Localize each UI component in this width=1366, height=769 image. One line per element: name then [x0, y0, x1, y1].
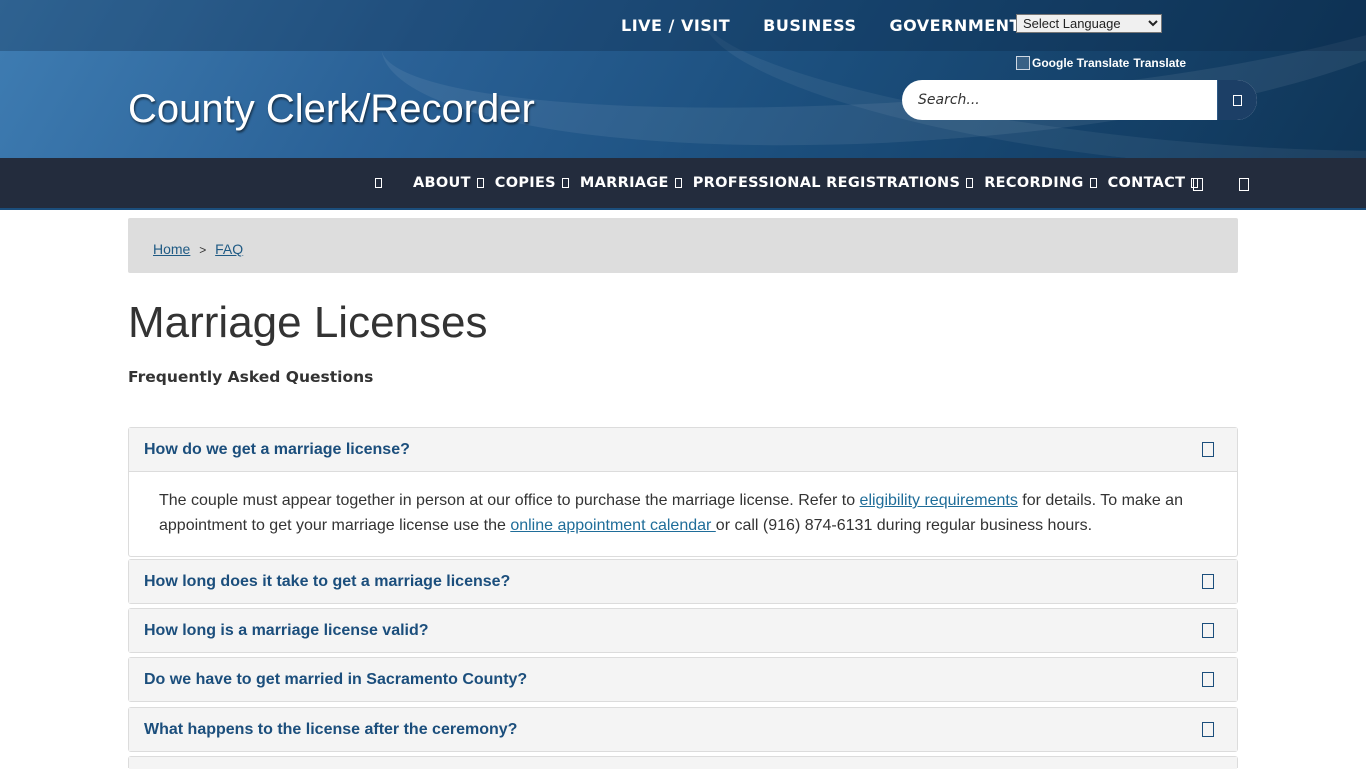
nav-item-label: RECORDING — [984, 175, 1084, 191]
faq-question-header[interactable]: What happens to the license after the ce… — [129, 708, 1237, 751]
nav-item-label: COPIES — [494, 175, 556, 191]
top-links: LIVE / VISIT BUSINESS GOVERNMENT — [621, 16, 1021, 36]
search-icon — [1232, 94, 1242, 106]
breadcrumb: Home > FAQ — [128, 218, 1238, 273]
chevron-down-icon — [1089, 178, 1097, 188]
home-icon[interactable] — [375, 178, 382, 188]
nav-item-label: ABOUT — [413, 175, 471, 191]
faq-answer-text: or call (916) 874-6131 during regular bu… — [715, 517, 1093, 534]
google-translate[interactable]: Google Translate Translate — [1016, 56, 1186, 70]
translate-label: Translate — [1133, 56, 1187, 70]
faq-question: How do we get a marriage license? — [144, 440, 410, 458]
faq-item: How do we get a marriage license? The co… — [128, 427, 1238, 557]
faq-question-header[interactable]: How do we get a marriage license? — [129, 428, 1237, 471]
toggle-icon — [1202, 672, 1214, 687]
search-bar — [902, 80, 1257, 120]
faq-item: How long is a marriage license valid? — [128, 608, 1238, 653]
faq-item: What happens to the license after the ce… — [128, 707, 1238, 752]
eligibility-requirements-link[interactable]: eligibility requirements — [860, 492, 1018, 509]
language-select[interactable]: Select Language — [1016, 14, 1162, 33]
nav-item-label: PROFESSIONAL REGISTRATIONS — [692, 175, 961, 191]
faq-question-header[interactable]: How long is a marriage license valid? — [129, 609, 1237, 652]
toggle-icon — [1202, 442, 1214, 457]
google-translate-logo: Google Translate — [1016, 56, 1129, 70]
faq-question-header[interactable] — [129, 757, 1237, 769]
nav-item-label: CONTACT — [1107, 175, 1186, 191]
broken-image-icon — [1016, 56, 1030, 70]
nav-extra-icon[interactable] — [1239, 178, 1249, 191]
breadcrumb-faq-link[interactable]: FAQ — [215, 241, 243, 257]
nav-item-recording[interactable]: RECORDING — [984, 158, 1107, 208]
search-input[interactable] — [902, 80, 1217, 120]
chevron-down-icon — [476, 178, 484, 188]
faq-answer-text: The couple must appear together in perso… — [159, 492, 860, 509]
faq-question: How long does it take to get a marriage … — [144, 572, 511, 590]
toggle-icon — [1202, 722, 1214, 737]
site-header: LIVE / VISIT BUSINESS GOVERNMENT Select … — [0, 0, 1366, 158]
nav-item-label: MARRIAGE — [579, 175, 669, 191]
toggle-icon — [1202, 574, 1214, 589]
faq-question: Do we have to get married in Sacramento … — [144, 670, 528, 688]
faq-question-header[interactable]: Do we have to get married in Sacramento … — [129, 658, 1237, 701]
faq-answer: The couple must appear together in perso… — [129, 471, 1237, 556]
chevron-down-icon — [561, 178, 569, 188]
nav-item-marriage[interactable]: MARRIAGE — [580, 158, 693, 208]
faq-item: Do we have to get married in Sacramento … — [128, 657, 1238, 702]
page-subtitle: Frequently Asked Questions — [128, 368, 374, 386]
faq-question: How long is a marriage license valid? — [144, 621, 429, 639]
page-title: Marriage Licenses — [128, 298, 488, 347]
nav-item-about[interactable]: ABOUT — [413, 158, 495, 208]
breadcrumb-home-link[interactable]: Home — [153, 241, 190, 257]
top-link-government[interactable]: GOVERNMENT — [889, 16, 1020, 36]
faq-question: What happens to the license after the ce… — [144, 720, 518, 738]
nav-extra-icon[interactable] — [1193, 178, 1203, 191]
breadcrumb-separator: > — [199, 243, 207, 257]
main-nav: ABOUT COPIES MARRIAGE PROFESSIONAL REGIS… — [0, 158, 1366, 210]
nav-item-copies[interactable]: COPIES — [495, 158, 580, 208]
faq-question-header[interactable]: How long does it take to get a marriage … — [129, 560, 1237, 603]
chevron-down-icon — [966, 178, 974, 188]
faq-item: How long does it take to get a marriage … — [128, 559, 1238, 604]
nav-item-professional-registrations[interactable]: PROFESSIONAL REGISTRATIONS — [693, 158, 984, 208]
toggle-icon — [1202, 623, 1214, 638]
top-link-business[interactable]: BUSINESS — [763, 16, 856, 36]
top-link-live-visit[interactable]: LIVE / VISIT — [621, 16, 730, 36]
search-button[interactable] — [1217, 80, 1257, 120]
faq-item — [128, 756, 1238, 769]
online-appointment-calendar-link[interactable]: online appointment calendar — [510, 517, 715, 534]
site-title[interactable]: County Clerk/Recorder — [128, 86, 535, 132]
chevron-down-icon — [674, 178, 682, 188]
